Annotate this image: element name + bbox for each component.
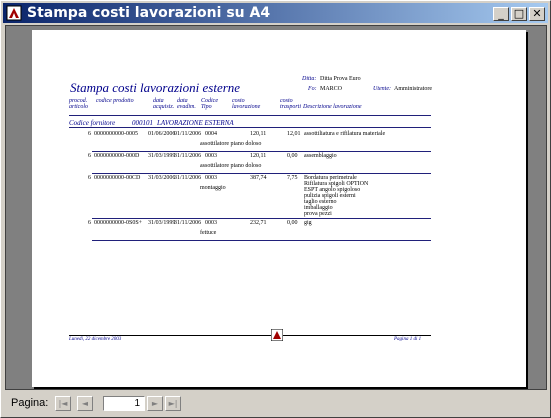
row-trasporti: 0,00 <box>287 220 298 226</box>
row-extra-line: prova pezzi <box>304 211 332 217</box>
row-codice: 0000000000-00CD <box>94 175 141 181</box>
group-name: LAVORAZIONE ESTERNA <box>157 119 234 127</box>
col-header-data-acquisiz: data acquisiz. <box>153 98 175 110</box>
row-costo: 387,74 <box>250 175 267 181</box>
row-trasporti: 0,00 <box>287 153 298 159</box>
utente-label: Utente: <box>373 86 391 92</box>
fornitore-value: MARCO <box>320 86 343 92</box>
row-sub: assottilatore piano doloso <box>200 141 262 147</box>
report-logo-icon <box>271 329 283 341</box>
row-articolo: 6 <box>88 220 91 226</box>
row-costo: 232,71 <box>250 220 267 226</box>
prev-page-button[interactable]: ◄ <box>77 396 93 411</box>
group-code: 000101 <box>132 119 153 127</box>
row-data-acquisiz: 31/03/1999 <box>148 153 176 159</box>
col-header-costo-trasporti: costo trasporti <box>280 98 302 110</box>
table-row: 6 0000000000-0005 01/06/2006 01/11/2006 … <box>32 131 526 155</box>
table-row: 6 0000000000-0S0S+ 31/03/1999 31/11/2006… <box>32 220 526 244</box>
col-header-descrizione: Descrizione lavorazione <box>303 104 362 110</box>
row-divider <box>92 151 431 152</box>
group-label: Codice fornitore <box>69 119 116 127</box>
row-articolo: 6 <box>88 131 91 137</box>
footer-divider <box>69 335 431 336</box>
row-tipo: 0004 <box>205 131 217 137</box>
group-divider <box>69 127 431 128</box>
next-page-button[interactable]: ► <box>147 396 163 411</box>
row-data-acquisiz: 31/03/2006 <box>148 175 176 181</box>
row-trasporti: 7,75 <box>287 175 298 181</box>
row-tipo: 0003 <box>205 153 217 159</box>
row-divider <box>92 173 431 174</box>
row-codice: 0000000000-0005 <box>94 131 138 137</box>
utente-value: Amministratore <box>394 86 432 92</box>
row-sub: assottilatore piano doloso <box>200 163 262 169</box>
col-header-codice-prodotto: codice prodotto <box>96 98 134 104</box>
row-descrizione: gig <box>304 220 312 226</box>
footer-page: Pagina 1 di 1 <box>394 337 422 342</box>
row-divider <box>92 218 431 219</box>
status-bar: Pagina: |◄ ◄ 1 ► ►| <box>5 395 548 415</box>
row-data-evadim: 31/11/2006 <box>174 175 202 181</box>
footer-date: Lunedì, 22 dicembre 2003 <box>69 337 122 342</box>
last-page-button[interactable]: ►| <box>165 396 181 411</box>
report-preview-window: Stampa costi lavorazioni su A4 _ □ ✕ Sta… <box>0 0 551 418</box>
page-number-input[interactable]: 1 <box>103 396 145 411</box>
row-tipo: 0003 <box>205 220 217 226</box>
pagina-label: Pagina: <box>11 397 49 409</box>
row-descrizione: assemblaggio <box>304 153 337 159</box>
col-header-procod: procod. articolo <box>69 98 88 110</box>
col-header-codice-tipo: Codice Tipo <box>201 98 218 110</box>
row-data-evadim: 01/11/2006 <box>174 131 202 137</box>
window-title: Stampa costi lavorazioni su A4 <box>27 5 271 21</box>
col-header-data-evadim: data evadim. <box>177 98 196 110</box>
row-data-evadim: 31/11/2006 <box>174 220 202 226</box>
row-articolo: 6 <box>88 175 91 181</box>
ditta-label: Ditta: <box>302 76 317 82</box>
row-codice: 0000000000-0S0S+ <box>94 220 143 226</box>
row-trasporti: 12,01 <box>287 131 301 137</box>
access-report-icon <box>6 5 22 21</box>
row-data-evadim: 31/11/2006 <box>174 153 202 159</box>
table-row: 6 0000000000-000D 31/03/1999 31/11/2006 … <box>32 153 526 177</box>
col-header-costo-lavorazione: costo lavorazione <box>232 98 261 110</box>
row-articolo: 6 <box>88 153 91 159</box>
report-page[interactable]: Stampa costi lavorazioni esterne Ditta: … <box>32 30 526 387</box>
row-codice: 0000000000-000D <box>94 153 140 159</box>
table-row: 6 0000000000-00CD 31/03/2006 31/11/2006 … <box>32 175 526 219</box>
row-tipo: 0003 <box>205 175 217 181</box>
row-data-acquisiz: 01/06/2006 <box>148 131 176 137</box>
header-divider <box>69 115 431 116</box>
minimize-button[interactable]: _ <box>493 7 509 21</box>
row-costo: 120,11 <box>250 131 267 137</box>
row-descrizione: assottiliatura e rifilatura materiale <box>304 131 386 137</box>
row-data-acquisiz: 31/03/1999 <box>148 220 176 226</box>
ditta-value: Ditta Prova Euro <box>320 76 361 82</box>
fornitore-label: Fo: <box>308 86 317 92</box>
title-bar[interactable]: Stampa costi lavorazioni su A4 _ □ ✕ <box>3 3 548 23</box>
maximize-button[interactable]: □ <box>511 7 527 21</box>
row-sub: montaggio <box>200 185 226 191</box>
row-sub: fettuce <box>200 230 217 236</box>
row-costo: 120,11 <box>250 153 267 159</box>
first-page-button[interactable]: |◄ <box>55 396 71 411</box>
row-divider <box>92 240 431 241</box>
report-title: Stampa costi lavorazioni esterne <box>70 80 241 95</box>
close-button[interactable]: ✕ <box>529 7 545 21</box>
